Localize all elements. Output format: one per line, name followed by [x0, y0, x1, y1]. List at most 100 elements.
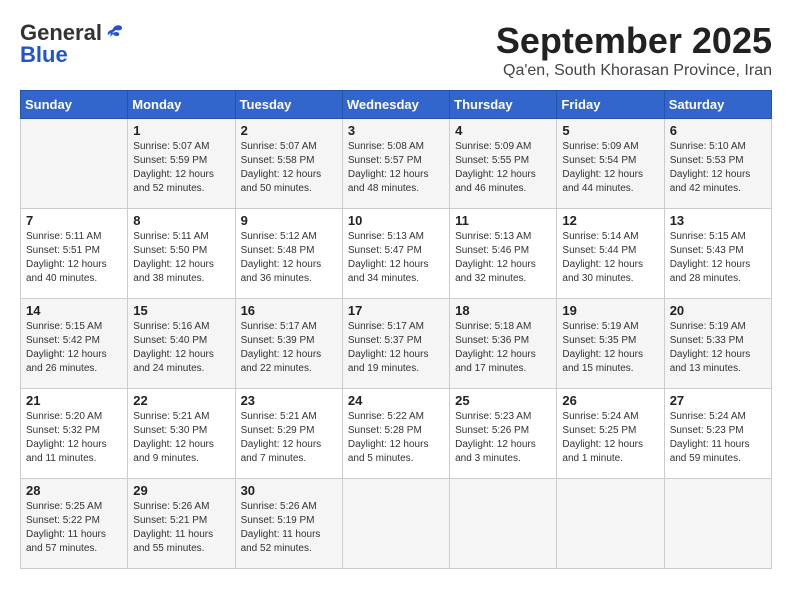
calendar-week-row: 7 Sunrise: 5:11 AM Sunset: 5:51 PM Daylig… — [21, 209, 772, 299]
calendar-day-cell: 30 Sunrise: 5:26 AM Sunset: 5:19 PM Dayli… — [235, 479, 342, 569]
calendar-day-cell: 13Sunrise: 5:15 AM Sunset: 5:43 PM Dayli… — [664, 209, 771, 299]
day-number: 9 — [241, 213, 337, 228]
day-info: Sunrise: 5:18 AM Sunset: 5:36 PM Dayligh… — [455, 320, 551, 376]
month-title: September 2025 — [496, 20, 772, 62]
day-number: 29 — [133, 483, 229, 498]
calendar-day-cell: 11Sunrise: 5:13 AM Sunset: 5:46 PM Dayli… — [450, 209, 557, 299]
calendar-day-cell: 3Sunrise: 5:08 AM Sunset: 5:57 PM Daylig… — [342, 119, 449, 209]
day-number: 28 — [26, 483, 122, 498]
weekday-header-cell: Tuesday — [235, 91, 342, 119]
logo: General Blue — [20, 20, 124, 68]
calendar-day-cell — [664, 479, 771, 569]
calendar-table: SundayMondayTuesdayWednesdayThursdayFrid… — [20, 90, 772, 569]
day-number: 8 — [133, 213, 229, 228]
calendar-day-cell: 14 Sunrise: 5:15 AM Sunset: 5:42 PM Dayli… — [21, 299, 128, 389]
day-number: 12 — [562, 213, 658, 228]
day-number: 21 — [26, 393, 122, 408]
day-number: 27 — [670, 393, 766, 408]
day-info: Sunrise: 5:13 AM Sunset: 5:47 PM Dayligh… — [348, 230, 444, 286]
calendar-header-row: SundayMondayTuesdayWednesdayThursdayFrid… — [21, 91, 772, 119]
calendar-day-cell: 2 Sunrise: 5:07 AM Sunset: 5:58 PM Daylig… — [235, 119, 342, 209]
day-info: Sunrise: 5:24 AM Sunset: 5:23 PM Dayligh… — [670, 410, 766, 466]
day-number: 6 — [670, 123, 766, 138]
day-info: Sunrise: 5:10 AM Sunset: 5:53 PM Dayligh… — [670, 140, 766, 196]
day-number: 14 — [26, 303, 122, 318]
day-info: Sunrise: 5:25 AM Sunset: 5:22 PM Dayligh… — [26, 500, 122, 556]
day-number: 5 — [562, 123, 658, 138]
day-number: 26 — [562, 393, 658, 408]
calendar-week-row: 28 Sunrise: 5:25 AM Sunset: 5:22 PM Dayli… — [21, 479, 772, 569]
calendar-day-cell: 10Sunrise: 5:13 AM Sunset: 5:47 PM Dayli… — [342, 209, 449, 299]
day-info: Sunrise: 5:24 AM Sunset: 5:25 PM Dayligh… — [562, 410, 658, 466]
day-info: Sunrise: 5:17 AM Sunset: 5:39 PM Dayligh… — [241, 320, 337, 376]
weekday-header-cell: Saturday — [664, 91, 771, 119]
day-info: Sunrise: 5:21 AM Sunset: 5:29 PM Dayligh… — [241, 410, 337, 466]
calendar-day-cell: 8 Sunrise: 5:11 AM Sunset: 5:50 PM Daylig… — [128, 209, 235, 299]
day-number: 30 — [241, 483, 337, 498]
calendar-day-cell: 24 Sunrise: 5:22 AM Sunset: 5:28 PM Dayli… — [342, 389, 449, 479]
day-number: 19 — [562, 303, 658, 318]
calendar-day-cell: 26 Sunrise: 5:24 AM Sunset: 5:25 PM Dayli… — [557, 389, 664, 479]
calendar-day-cell: 18 Sunrise: 5:18 AM Sunset: 5:36 PM Dayli… — [450, 299, 557, 389]
calendar-day-cell — [557, 479, 664, 569]
weekday-header-cell: Sunday — [21, 91, 128, 119]
calendar-day-cell: 16Sunrise: 5:17 AM Sunset: 5:39 PM Dayli… — [235, 299, 342, 389]
day-info: Sunrise: 5:19 AM Sunset: 5:35 PM Dayligh… — [562, 320, 658, 376]
calendar-day-cell: 25 Sunrise: 5:23 AM Sunset: 5:26 PM Dayli… — [450, 389, 557, 479]
calendar-day-cell: 15 Sunrise: 5:16 AM Sunset: 5:40 PM Dayli… — [128, 299, 235, 389]
calendar-day-cell: 4Sunrise: 5:09 AM Sunset: 5:55 PM Daylig… — [450, 119, 557, 209]
calendar-body: 1Sunrise: 5:07 AM Sunset: 5:59 PM Daylig… — [21, 119, 772, 569]
day-number: 25 — [455, 393, 551, 408]
calendar-day-cell: 7 Sunrise: 5:11 AM Sunset: 5:51 PM Daylig… — [21, 209, 128, 299]
calendar-week-row: 1Sunrise: 5:07 AM Sunset: 5:59 PM Daylig… — [21, 119, 772, 209]
weekday-header-cell: Friday — [557, 91, 664, 119]
location-title: Qa'en, South Khorasan Province, Iran — [496, 62, 772, 80]
weekday-header-cell: Wednesday — [342, 91, 449, 119]
day-info: Sunrise: 5:15 AM Sunset: 5:42 PM Dayligh… — [26, 320, 122, 376]
weekday-header-cell: Thursday — [450, 91, 557, 119]
calendar-day-cell: 23Sunrise: 5:21 AM Sunset: 5:29 PM Dayli… — [235, 389, 342, 479]
day-info: Sunrise: 5:26 AM Sunset: 5:19 PM Dayligh… — [241, 500, 337, 556]
logo-bird-icon — [104, 23, 124, 43]
calendar-week-row: 21 Sunrise: 5:20 AM Sunset: 5:32 PM Dayli… — [21, 389, 772, 479]
day-number: 18 — [455, 303, 551, 318]
calendar-day-cell: 12 Sunrise: 5:14 AM Sunset: 5:44 PM Dayli… — [557, 209, 664, 299]
day-number: 7 — [26, 213, 122, 228]
day-info: Sunrise: 5:14 AM Sunset: 5:44 PM Dayligh… — [562, 230, 658, 286]
day-info: Sunrise: 5:19 AM Sunset: 5:33 PM Dayligh… — [670, 320, 766, 376]
day-info: Sunrise: 5:11 AM Sunset: 5:50 PM Dayligh… — [133, 230, 229, 286]
day-info: Sunrise: 5:13 AM Sunset: 5:46 PM Dayligh… — [455, 230, 551, 286]
day-info: Sunrise: 5:07 AM Sunset: 5:58 PM Dayligh… — [241, 140, 337, 196]
calendar-day-cell: 28 Sunrise: 5:25 AM Sunset: 5:22 PM Dayli… — [21, 479, 128, 569]
title-area: September 2025 Qa'en, South Khorasan Pro… — [496, 20, 772, 80]
day-info: Sunrise: 5:15 AM Sunset: 5:43 PM Dayligh… — [670, 230, 766, 286]
day-info: Sunrise: 5:08 AM Sunset: 5:57 PM Dayligh… — [348, 140, 444, 196]
day-info: Sunrise: 5:22 AM Sunset: 5:28 PM Dayligh… — [348, 410, 444, 466]
day-number: 15 — [133, 303, 229, 318]
calendar-day-cell: 5 Sunrise: 5:09 AM Sunset: 5:54 PM Daylig… — [557, 119, 664, 209]
header: General Blue September 2025 Qa'en, South… — [20, 20, 772, 80]
calendar-day-cell — [342, 479, 449, 569]
calendar-day-cell: 20Sunrise: 5:19 AM Sunset: 5:33 PM Dayli… — [664, 299, 771, 389]
day-number: 2 — [241, 123, 337, 138]
weekday-header-cell: Monday — [128, 91, 235, 119]
calendar-day-cell: 17Sunrise: 5:17 AM Sunset: 5:37 PM Dayli… — [342, 299, 449, 389]
day-number: 24 — [348, 393, 444, 408]
calendar-day-cell: 6 Sunrise: 5:10 AM Sunset: 5:53 PM Daylig… — [664, 119, 771, 209]
day-info: Sunrise: 5:16 AM Sunset: 5:40 PM Dayligh… — [133, 320, 229, 376]
day-info: Sunrise: 5:26 AM Sunset: 5:21 PM Dayligh… — [133, 500, 229, 556]
calendar-day-cell: 9 Sunrise: 5:12 AM Sunset: 5:48 PM Daylig… — [235, 209, 342, 299]
day-info: Sunrise: 5:11 AM Sunset: 5:51 PM Dayligh… — [26, 230, 122, 286]
logo-blue-text: Blue — [20, 42, 68, 68]
day-number: 22 — [133, 393, 229, 408]
calendar-day-cell: 29 Sunrise: 5:26 AM Sunset: 5:21 PM Dayli… — [128, 479, 235, 569]
day-info: Sunrise: 5:12 AM Sunset: 5:48 PM Dayligh… — [241, 230, 337, 286]
day-info: Sunrise: 5:23 AM Sunset: 5:26 PM Dayligh… — [455, 410, 551, 466]
day-info: Sunrise: 5:09 AM Sunset: 5:54 PM Dayligh… — [562, 140, 658, 196]
day-info: Sunrise: 5:20 AM Sunset: 5:32 PM Dayligh… — [26, 410, 122, 466]
calendar-day-cell: 21 Sunrise: 5:20 AM Sunset: 5:32 PM Dayli… — [21, 389, 128, 479]
calendar-week-row: 14 Sunrise: 5:15 AM Sunset: 5:42 PM Dayli… — [21, 299, 772, 389]
day-info: Sunrise: 5:07 AM Sunset: 5:59 PM Dayligh… — [133, 140, 229, 196]
day-info: Sunrise: 5:21 AM Sunset: 5:30 PM Dayligh… — [133, 410, 229, 466]
calendar-day-cell — [450, 479, 557, 569]
